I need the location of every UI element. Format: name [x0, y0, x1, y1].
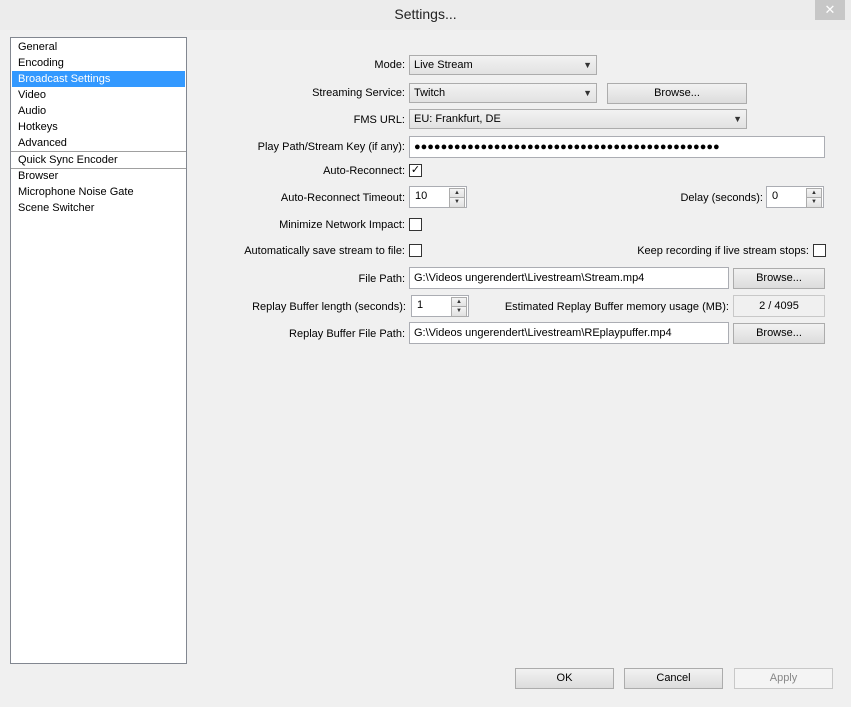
arrow-down-icon[interactable]: ▼ — [449, 197, 465, 208]
replay-memory-value: 2 / 4095 — [733, 295, 825, 317]
streaming-service-dropdown[interactable]: Twitch ▼ — [409, 83, 597, 103]
close-button[interactable]: ✕ — [815, 0, 845, 20]
auto-reconnect-timeout-spinbox[interactable]: 10 ▲ ▼ — [409, 186, 467, 208]
arrow-down-icon[interactable]: ▼ — [451, 306, 467, 317]
delay-value: 0 — [772, 190, 779, 202]
chevron-down-icon: ▼ — [733, 114, 742, 124]
sidebar-item-general[interactable]: General — [12, 39, 185, 55]
delay-spinbox[interactable]: 0 ▲ ▼ — [766, 186, 824, 208]
settings-category-list[interactable]: General Encoding Broadcast Settings Vide… — [10, 37, 187, 664]
replay-buffer-length-label: Replay Buffer length (seconds): — [252, 301, 406, 313]
mode-dropdown[interactable]: Live Stream ▼ — [409, 55, 597, 75]
sidebar-item-scene-switcher[interactable]: Scene Switcher — [12, 200, 185, 216]
sidebar-item-browser[interactable]: Browser — [12, 168, 185, 184]
replay-buffer-length-value: 1 — [417, 299, 424, 311]
arrow-down-icon[interactable]: ▼ — [806, 197, 822, 208]
delay-label: Delay (seconds): — [680, 192, 763, 204]
streaming-service-label: Streaming Service: — [312, 87, 405, 99]
auto-save-stream-checkbox[interactable] — [409, 244, 422, 257]
file-path-label: File Path: — [358, 273, 405, 285]
auto-save-stream-label: Automatically save stream to file: — [244, 245, 405, 257]
sidebar-item-advanced[interactable]: Advanced — [12, 135, 185, 151]
sidebar-item-encoding[interactable]: Encoding — [12, 55, 185, 71]
sidebar-item-microphone-noise-gate[interactable]: Microphone Noise Gate — [12, 184, 185, 200]
auto-reconnect-label: Auto-Reconnect: — [323, 165, 405, 177]
chevron-down-icon: ▼ — [583, 60, 592, 70]
stream-key-input[interactable]: ●●●●●●●●●●●●●●●●●●●●●●●●●●●●●●●●●●●●●●●●… — [409, 136, 825, 158]
minimize-network-impact-checkbox[interactable] — [409, 218, 422, 231]
fms-url-dropdown[interactable]: EU: Frankfurt, DE ▼ — [409, 109, 747, 129]
replay-memory-label: Estimated Replay Buffer memory usage (MB… — [504, 301, 729, 313]
streaming-service-browse-button[interactable]: Browse... — [607, 83, 747, 104]
replay-buffer-length-spinbox[interactable]: 1 ▲ ▼ — [411, 295, 469, 317]
streaming-service-value: Twitch — [414, 87, 446, 99]
sidebar-item-broadcast-settings[interactable]: Broadcast Settings — [12, 71, 185, 87]
fms-url-value: EU: Frankfurt, DE — [414, 113, 501, 125]
file-path-input[interactable]: G:\Videos ungerendert\Livestream\Stream.… — [409, 267, 729, 289]
sidebar-item-video[interactable]: Video — [12, 87, 185, 103]
keep-recording-label: Keep recording if live stream stops: — [637, 245, 809, 257]
ok-button[interactable]: OK — [515, 668, 614, 689]
keep-recording-checkbox[interactable] — [813, 244, 826, 257]
chevron-down-icon: ▼ — [583, 88, 592, 98]
mode-value: Live Stream — [414, 59, 473, 71]
replay-file-path-browse-button[interactable]: Browse... — [733, 323, 825, 344]
mode-label: Mode: — [374, 59, 405, 71]
sidebar-item-quick-sync-encoder[interactable]: Quick Sync Encoder — [12, 152, 185, 168]
replay-file-path-label: Replay Buffer File Path: — [289, 328, 405, 340]
checkmark-icon: ✓ — [410, 164, 421, 176]
minimize-network-impact-label: Minimize Network Impact: — [279, 219, 405, 231]
fms-url-label: FMS URL: — [353, 114, 405, 126]
sidebar-item-audio[interactable]: Audio — [12, 103, 185, 119]
apply-button[interactable]: Apply — [734, 668, 833, 689]
file-path-browse-button[interactable]: Browse... — [733, 268, 825, 289]
auto-reconnect-timeout-value: 10 — [415, 190, 428, 202]
stream-key-label: Play Path/Stream Key (if any): — [257, 141, 405, 153]
sidebar-item-hotkeys[interactable]: Hotkeys — [12, 119, 185, 135]
window-title: Settings... — [394, 6, 457, 22]
auto-reconnect-timeout-label: Auto-Reconnect Timeout: — [280, 192, 405, 204]
auto-reconnect-checkbox[interactable]: ✓ — [409, 164, 422, 177]
cancel-button[interactable]: Cancel — [624, 668, 723, 689]
replay-file-path-input[interactable]: G:\Videos ungerendert\Livestream\REplayp… — [409, 322, 729, 344]
close-icon: ✕ — [824, 2, 836, 17]
